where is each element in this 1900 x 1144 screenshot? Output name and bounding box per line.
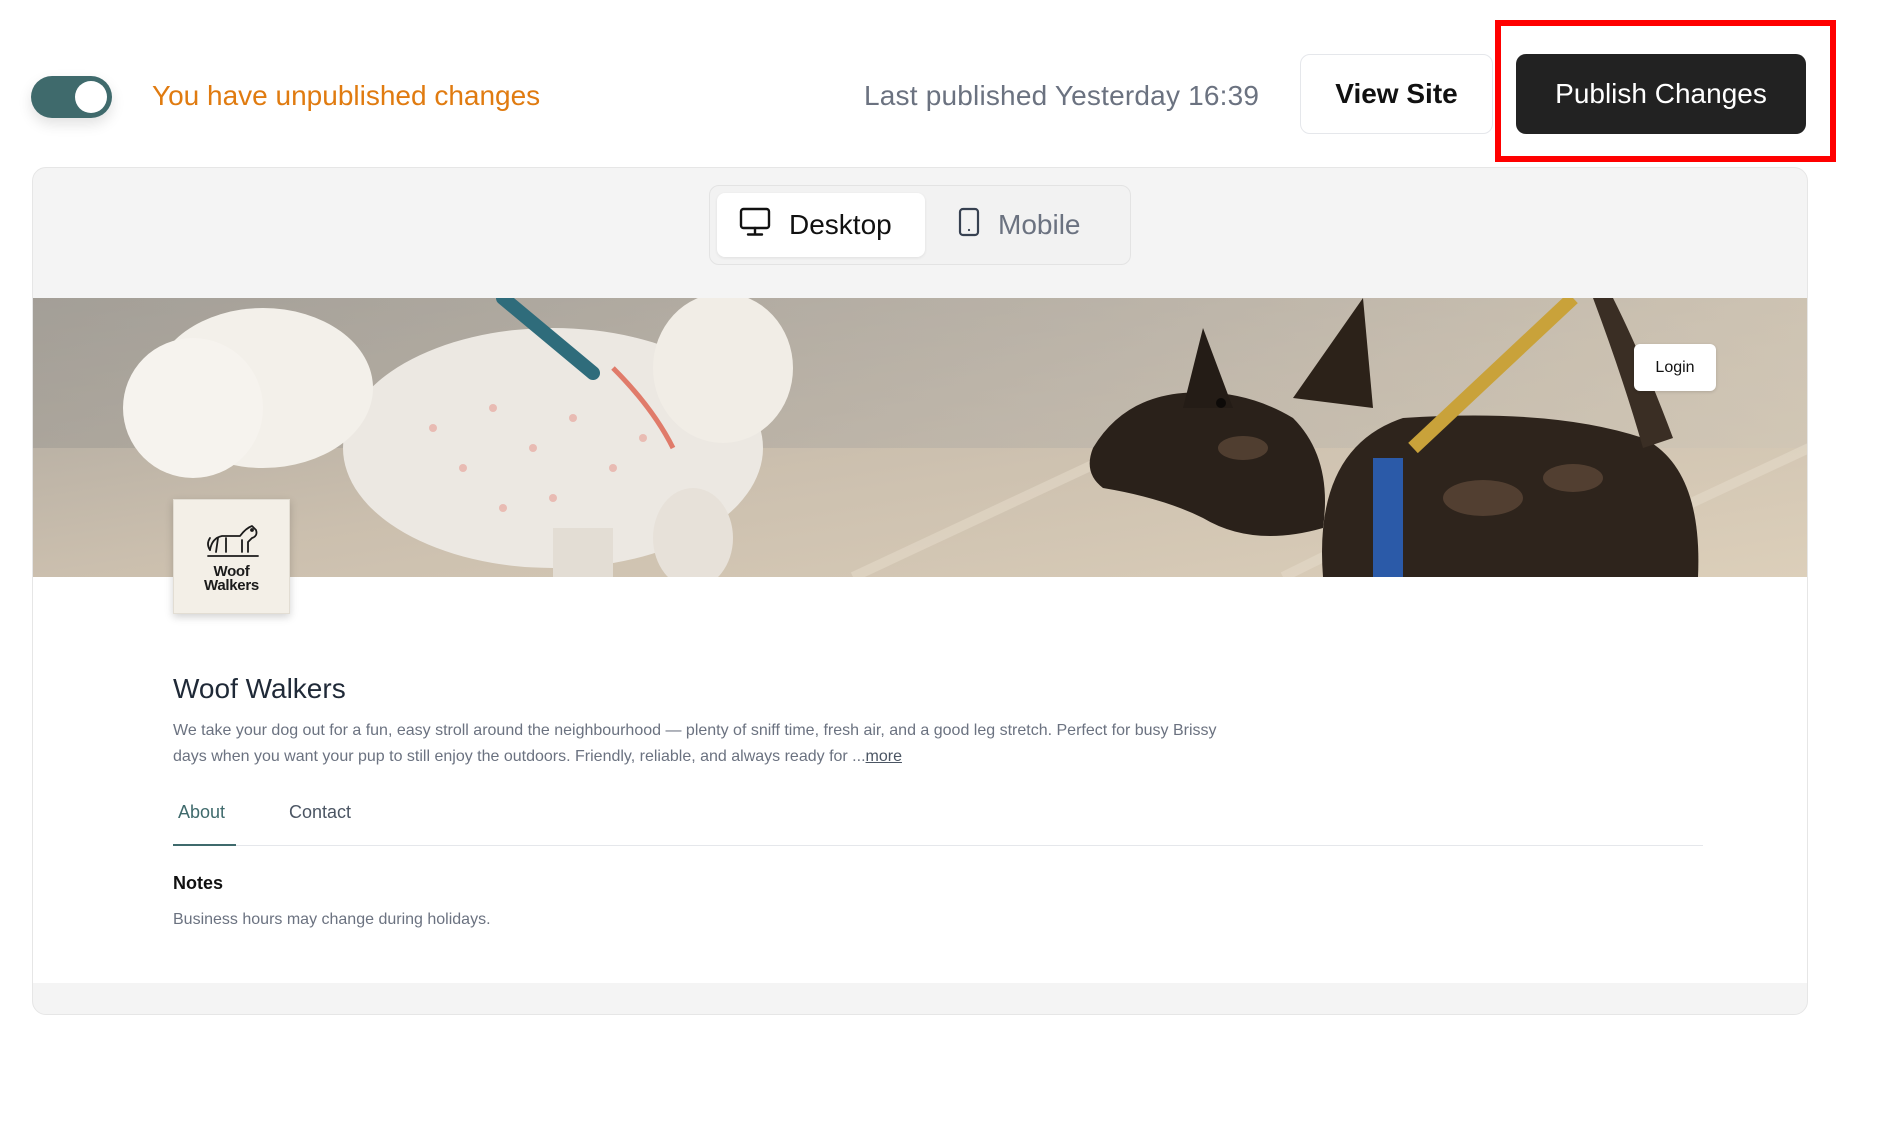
top-bar: You have unpublished changes Last publis… <box>0 0 1900 170</box>
smartphone-icon <box>958 207 998 244</box>
tab-contact[interactable]: Contact <box>289 802 351 823</box>
unpublished-status-text: You have unpublished changes <box>152 80 541 111</box>
profile-tabs: About Contact <box>173 788 1703 846</box>
read-more-link[interactable]: more <box>866 748 902 765</box>
website-preview: Login Woof Walkers Woof Walkers We take … <box>33 298 1807 983</box>
mobile-view-button[interactable]: Mobile <box>950 193 1120 257</box>
toggle-knob <box>75 81 107 113</box>
publish-changes-button[interactable]: Publish Changes <box>1516 54 1806 134</box>
active-tab-indicator <box>173 844 236 846</box>
mobile-label: Mobile <box>998 209 1081 240</box>
last-published-text: Last published Yesterday 16:39 <box>864 80 1260 111</box>
dog-logo-icon <box>202 520 262 565</box>
preview-panel: Desktop Mobile Login Woof Walkers Woof W… <box>32 167 1808 1015</box>
login-button[interactable]: Login <box>1634 344 1716 391</box>
business-logo: Woof Walkers <box>173 499 290 614</box>
view-site-button[interactable]: View Site <box>1300 54 1493 134</box>
desktop-label: Desktop <box>789 209 892 240</box>
business-description: We take your dog out for a fun, easy str… <box>173 718 1243 770</box>
notes-text: Business hours may change during holiday… <box>173 911 491 928</box>
monitor-icon <box>739 207 789 244</box>
logo-text-line2: Walkers <box>204 577 259 594</box>
device-switch: Desktop Mobile <box>709 185 1131 265</box>
tab-about[interactable]: About <box>178 802 225 823</box>
business-name: Woof Walkers <box>173 673 346 704</box>
description-text: We take your dog out for a fun, easy str… <box>173 722 1217 765</box>
notes-heading: Notes <box>173 873 224 893</box>
publish-toggle[interactable] <box>31 76 112 118</box>
hero-banner-image: Login <box>33 298 1807 577</box>
desktop-view-button[interactable]: Desktop <box>717 193 925 257</box>
